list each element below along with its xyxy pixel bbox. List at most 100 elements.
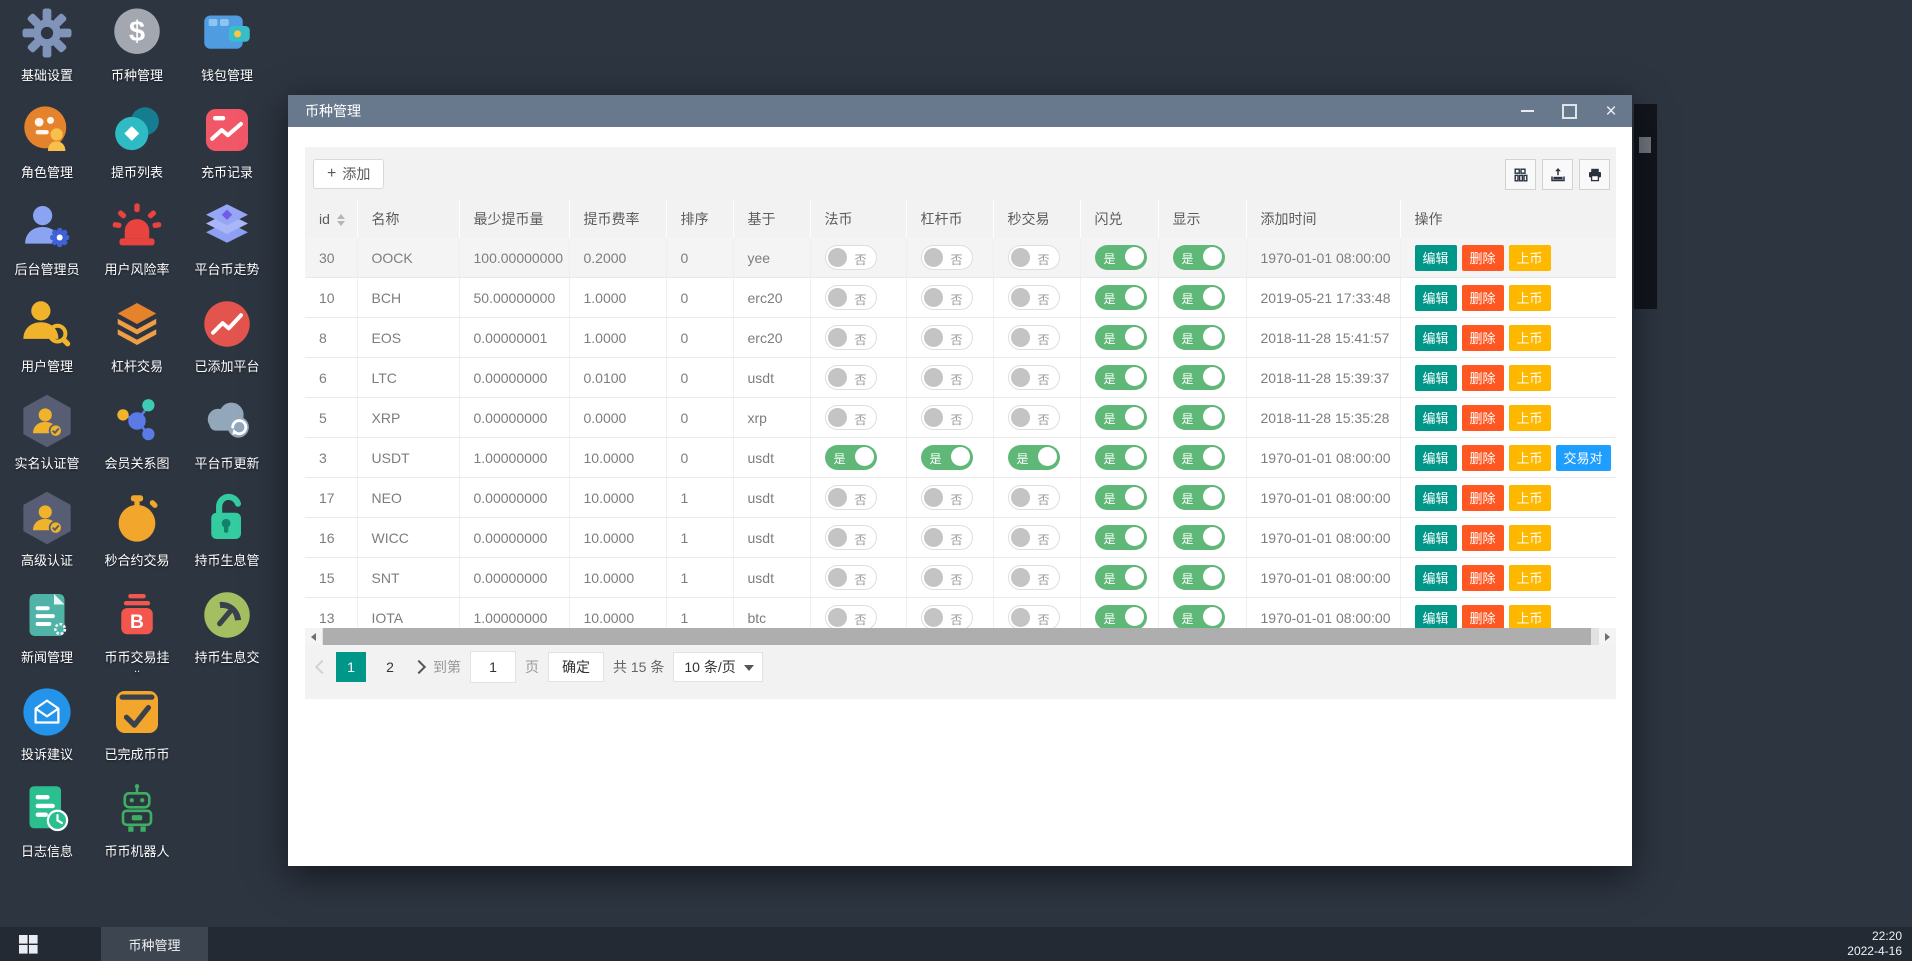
start-button[interactable] — [0, 927, 56, 961]
desktop-icon-coin-robot[interactable]: 币币机器人 — [92, 780, 182, 877]
edit-button[interactable]: 编辑 — [1415, 285, 1457, 311]
edit-button[interactable]: 编辑 — [1415, 365, 1457, 391]
fiat-toggle[interactable]: 否 — [825, 325, 877, 350]
fiat-toggle[interactable]: 否 — [825, 605, 877, 630]
desktop-icon-holding-interest-mgmt[interactable]: 持币生息管 — [182, 489, 272, 586]
flash-toggle[interactable]: 是 — [1095, 485, 1147, 510]
flash-toggle[interactable]: 是 — [1095, 445, 1147, 470]
column-filter-button[interactable] — [1505, 159, 1536, 190]
prev-page-icon[interactable] — [315, 660, 329, 674]
show-toggle[interactable]: 是 — [1173, 325, 1225, 350]
delete-button[interactable]: 删除 — [1462, 405, 1504, 431]
flash-toggle[interactable]: 是 — [1095, 365, 1147, 390]
seconds-toggle[interactable]: 否 — [1008, 525, 1060, 550]
desktop-icon-seconds-contract[interactable]: 秒合约交易 — [92, 489, 182, 586]
list-coin-button[interactable]: 上币 — [1509, 445, 1551, 471]
horizontal-scrollbar[interactable] — [305, 628, 1616, 645]
seconds-toggle[interactable]: 否 — [1008, 405, 1060, 430]
flash-toggle[interactable]: 是 — [1095, 565, 1147, 590]
scroll-left-arrow-icon[interactable] — [305, 628, 322, 645]
delete-button[interactable]: 删除 — [1462, 605, 1504, 631]
confirm-button[interactable]: 确定 — [548, 652, 604, 682]
fiat-toggle[interactable]: 否 — [825, 565, 877, 590]
leverage-toggle[interactable]: 否 — [921, 605, 973, 630]
leverage-toggle[interactable]: 否 — [921, 525, 973, 550]
desktop-icon-basic-settings[interactable]: 基础设置 — [2, 4, 92, 101]
show-toggle[interactable]: 是 — [1173, 445, 1225, 470]
maximize-button[interactable] — [1548, 95, 1590, 127]
show-toggle[interactable]: 是 — [1173, 525, 1225, 550]
fiat-toggle[interactable]: 否 — [825, 245, 877, 270]
page-size-select[interactable]: 10 条/页 — [673, 652, 762, 682]
scroll-right-arrow-icon[interactable] — [1599, 628, 1616, 645]
flash-toggle[interactable]: 是 — [1095, 285, 1147, 310]
delete-button[interactable]: 删除 — [1462, 285, 1504, 311]
delete-button[interactable]: 删除 — [1462, 485, 1504, 511]
leverage-toggle[interactable]: 否 — [921, 325, 973, 350]
leverage-toggle[interactable]: 否 — [921, 285, 973, 310]
list-coin-button[interactable]: 上币 — [1509, 285, 1551, 311]
leverage-toggle[interactable]: 否 — [921, 485, 973, 510]
desktop-icon-withdraw-list[interactable]: 提币列表 — [92, 101, 182, 198]
leverage-toggle[interactable]: 否 — [921, 405, 973, 430]
page-number-1[interactable]: 1 — [336, 652, 366, 682]
desktop-icon-member-graph[interactable]: 会员关系图 — [92, 392, 182, 489]
list-coin-button[interactable]: 上币 — [1509, 525, 1551, 551]
fiat-toggle[interactable]: 是 — [825, 445, 877, 470]
desktop-icon-feedback[interactable]: 投诉建议 — [2, 683, 92, 780]
minimize-button[interactable] — [1506, 95, 1548, 127]
desktop-icon-wallet-management[interactable]: 钱包管理 — [182, 4, 272, 101]
fiat-toggle[interactable]: 否 — [825, 525, 877, 550]
delete-button[interactable]: 删除 — [1462, 245, 1504, 271]
desktop-icon-role-management[interactable]: 角色管理 — [2, 101, 92, 198]
seconds-toggle[interactable]: 否 — [1008, 245, 1060, 270]
list-coin-button[interactable]: 上币 — [1509, 325, 1551, 351]
scrollbar-thumb[interactable] — [323, 628, 1591, 645]
fiat-toggle[interactable]: 否 — [825, 365, 877, 390]
show-toggle[interactable]: 是 — [1173, 405, 1225, 430]
close-button[interactable]: × — [1590, 95, 1632, 127]
export-button[interactable] — [1542, 159, 1573, 190]
desktop-icon-platform-coin-update[interactable]: 平台币更新 — [182, 392, 272, 489]
flash-toggle[interactable]: 是 — [1095, 245, 1147, 270]
show-toggle[interactable]: 是 — [1173, 245, 1225, 270]
seconds-toggle[interactable]: 否 — [1008, 565, 1060, 590]
desktop-icon-completed-trades[interactable]: 已完成币币 — [92, 683, 182, 780]
seconds-toggle[interactable]: 否 — [1008, 285, 1060, 310]
desktop-icon-user-risk-rate[interactable]: 用户风险率 — [92, 198, 182, 295]
edit-button[interactable]: 编辑 — [1415, 605, 1457, 631]
delete-button[interactable]: 删除 — [1462, 325, 1504, 351]
flash-toggle[interactable]: 是 — [1095, 405, 1147, 430]
show-toggle[interactable]: 是 — [1173, 565, 1225, 590]
desktop-icon-holding-interest-trade[interactable]: 持币生息交 — [182, 586, 272, 683]
edit-button[interactable]: 编辑 — [1415, 445, 1457, 471]
desktop-icon-coin-trade-orders[interactable]: B币币交易挂.. — [92, 586, 182, 683]
next-page-icon[interactable] — [412, 660, 426, 674]
flash-toggle[interactable]: 是 — [1095, 525, 1147, 550]
list-coin-button[interactable]: 上币 — [1509, 245, 1551, 271]
leverage-toggle[interactable]: 否 — [921, 245, 973, 270]
add-button[interactable]: + 添加 — [313, 159, 384, 189]
show-toggle[interactable]: 是 — [1173, 285, 1225, 310]
col-header-id[interactable]: id — [305, 200, 357, 238]
edit-button[interactable]: 编辑 — [1415, 525, 1457, 551]
page-number-2[interactable]: 2 — [375, 652, 405, 682]
leverage-toggle[interactable]: 否 — [921, 565, 973, 590]
delete-button[interactable]: 删除 — [1462, 525, 1504, 551]
delete-button[interactable]: 删除 — [1462, 445, 1504, 471]
desktop-icon-platform-coin-trend[interactable]: 平台币走势 — [182, 198, 272, 295]
edit-button[interactable]: 编辑 — [1415, 405, 1457, 431]
desktop-icon-news-management[interactable]: 新闻管理 — [2, 586, 92, 683]
desktop-icon-added-platform[interactable]: 已添加平台 — [182, 295, 272, 392]
edit-button[interactable]: 编辑 — [1415, 325, 1457, 351]
seconds-toggle[interactable]: 是 — [1008, 445, 1060, 470]
flash-toggle[interactable]: 是 — [1095, 325, 1147, 350]
seconds-toggle[interactable]: 否 — [1008, 365, 1060, 390]
desktop-icon-deposit-records[interactable]: 充币记录 — [182, 101, 272, 198]
taskbar-task-coin-management[interactable]: 币种管理 — [101, 927, 208, 961]
page-jump-input[interactable] — [470, 651, 516, 683]
desktop-icon-leverage-trade[interactable]: 杠杆交易 — [92, 295, 182, 392]
list-coin-button[interactable]: 上币 — [1509, 405, 1551, 431]
list-coin-button[interactable]: 上币 — [1509, 565, 1551, 591]
desktop-icon-backend-admin[interactable]: 后台管理员 — [2, 198, 92, 295]
